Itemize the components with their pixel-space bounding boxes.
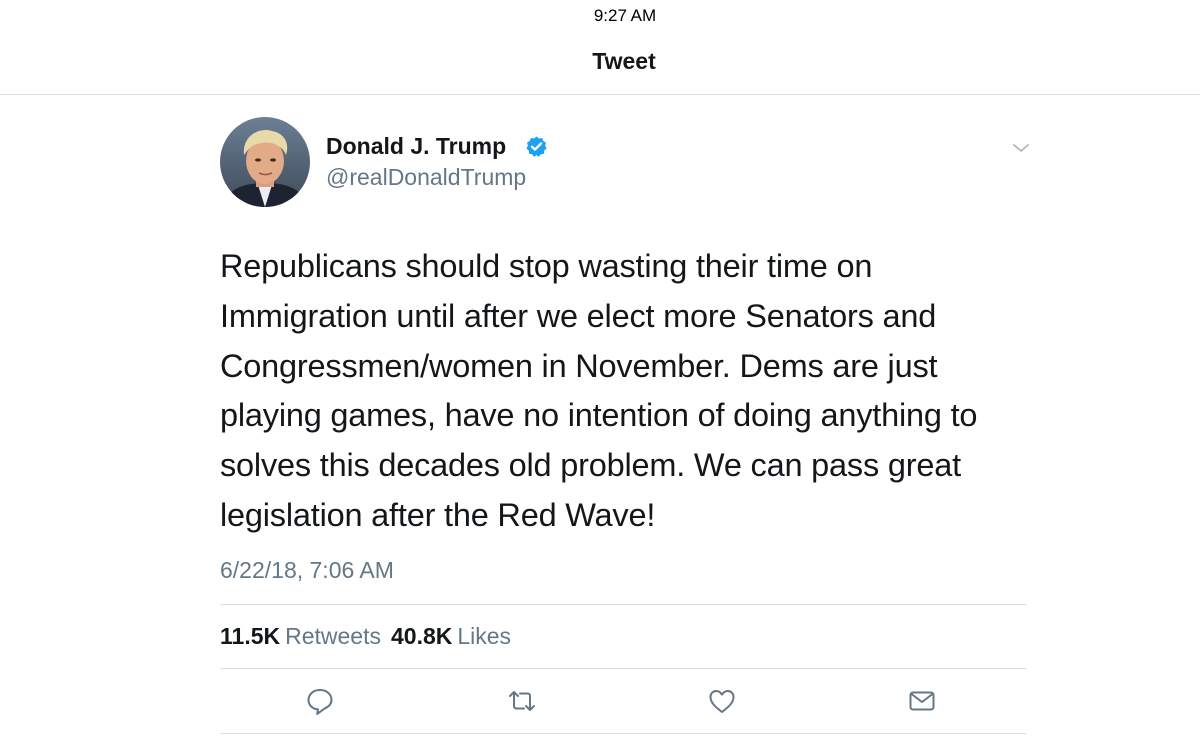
retweets-count[interactable]: 11.5K — [220, 623, 280, 649]
likes-count[interactable]: 40.8K — [391, 623, 452, 649]
avatar[interactable] — [220, 117, 310, 207]
author-handle[interactable]: @realDonaldTrump — [326, 164, 526, 191]
author-name[interactable]: Donald J. Trump — [326, 133, 506, 160]
retweets-label[interactable]: Retweets — [285, 623, 381, 649]
like-icon[interactable] — [707, 686, 737, 716]
tweet-text: Republicans should stop wasting their ti… — [220, 248, 978, 533]
avatar-portrait-icon — [220, 117, 310, 207]
page-title: Tweet — [592, 48, 656, 74]
tweet-detail-screen: 9:27 AM Tweet Donald J. Trump @realDonal… — [0, 0, 1200, 738]
divider — [220, 668, 1026, 669]
status-bar-time: 9:27 AM — [593, 6, 657, 25]
retweet-icon[interactable] — [507, 686, 537, 716]
chevron-down-icon[interactable] — [1010, 140, 1032, 156]
tweet-stats: 11.5K Retweets 40.8K Likes — [220, 623, 521, 650]
direct-message-icon[interactable] — [907, 686, 937, 716]
reply-icon[interactable] — [305, 686, 335, 716]
divider — [220, 604, 1026, 605]
tweet-timestamp: 6/22/18, 7:06 AM — [220, 557, 394, 583]
divider — [220, 733, 1026, 734]
verified-badge-icon — [525, 135, 548, 158]
nav-divider — [0, 94, 1200, 95]
likes-label[interactable]: Likes — [457, 623, 511, 649]
